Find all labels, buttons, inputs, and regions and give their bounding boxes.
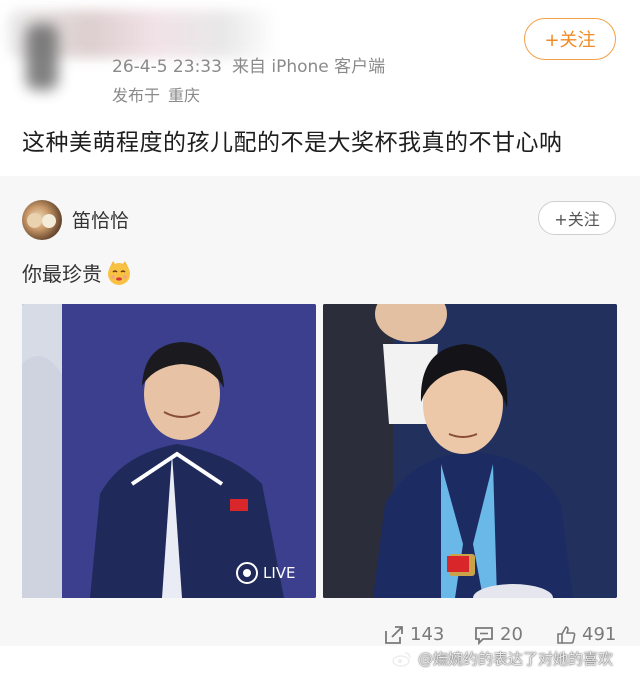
repost-username[interactable]: 笛恰恰 bbox=[72, 206, 129, 233]
post-location: 发布于 重庆 bbox=[112, 82, 200, 106]
repost-follow-button[interactable]: +关注 bbox=[538, 201, 616, 235]
avatar-dog-image bbox=[27, 213, 42, 228]
post-text: 这种美萌程度的孩儿配的不是大奖杯我真的不甘心呐 bbox=[22, 130, 563, 156]
repost-count: 143 bbox=[410, 624, 445, 645]
thumbs-up-icon bbox=[557, 625, 576, 644]
live-icon bbox=[236, 562, 258, 584]
follow-button[interactable]: +关注 bbox=[524, 18, 616, 60]
post-header: 26-4-5 23:33 来自 iPhone 客户端 发布于 重庆 +关注 bbox=[0, 0, 640, 110]
repost-text-row: 你最珍贵 bbox=[22, 258, 132, 287]
repost-follow-label: +关注 bbox=[554, 210, 600, 229]
smiling-cat-emoji-icon bbox=[108, 260, 130, 285]
watermark: @嫵婉约的表达了对她的喜欢 bbox=[392, 648, 613, 669]
comment-count: 20 bbox=[500, 624, 523, 645]
repost-card[interactable]: 笛恰恰 +关注 你最珍贵 LIVE bbox=[0, 176, 640, 646]
comment-icon bbox=[475, 626, 493, 645]
like-action[interactable]: 491 bbox=[556, 624, 616, 645]
athlete-photo-left bbox=[22, 304, 316, 598]
live-badge[interactable]: LIVE bbox=[236, 562, 296, 584]
like-count: 491 bbox=[582, 624, 617, 645]
location-prefix: 发布于 bbox=[112, 86, 161, 105]
follow-button-label: +关注 bbox=[544, 30, 596, 51]
repost-avatar[interactable] bbox=[22, 200, 62, 240]
watermark-text: @嫵婉约的表达了对她的喜欢 bbox=[418, 650, 614, 668]
post-source: 来自 iPhone 客户端 bbox=[231, 57, 386, 77]
athlete-photo-right bbox=[323, 304, 617, 598]
photo-left[interactable]: LIVE bbox=[22, 304, 316, 598]
post-meta: 26-4-5 23:33 来自 iPhone 客户端 bbox=[112, 52, 385, 77]
post-date: 26-4-5 23:33 bbox=[112, 57, 222, 77]
repost-action[interactable]: 143 bbox=[384, 624, 444, 645]
comment-action[interactable]: 20 bbox=[474, 624, 523, 645]
weibo-logo-icon bbox=[392, 651, 411, 667]
location-value: 重庆 bbox=[168, 86, 201, 105]
repost-text: 你最珍贵 bbox=[22, 262, 102, 286]
avatar-dog-image bbox=[42, 214, 56, 228]
live-label: LIVE bbox=[263, 564, 296, 582]
blurred-avatar[interactable] bbox=[26, 24, 58, 90]
photo-right[interactable] bbox=[323, 304, 617, 598]
share-icon bbox=[385, 625, 403, 644]
